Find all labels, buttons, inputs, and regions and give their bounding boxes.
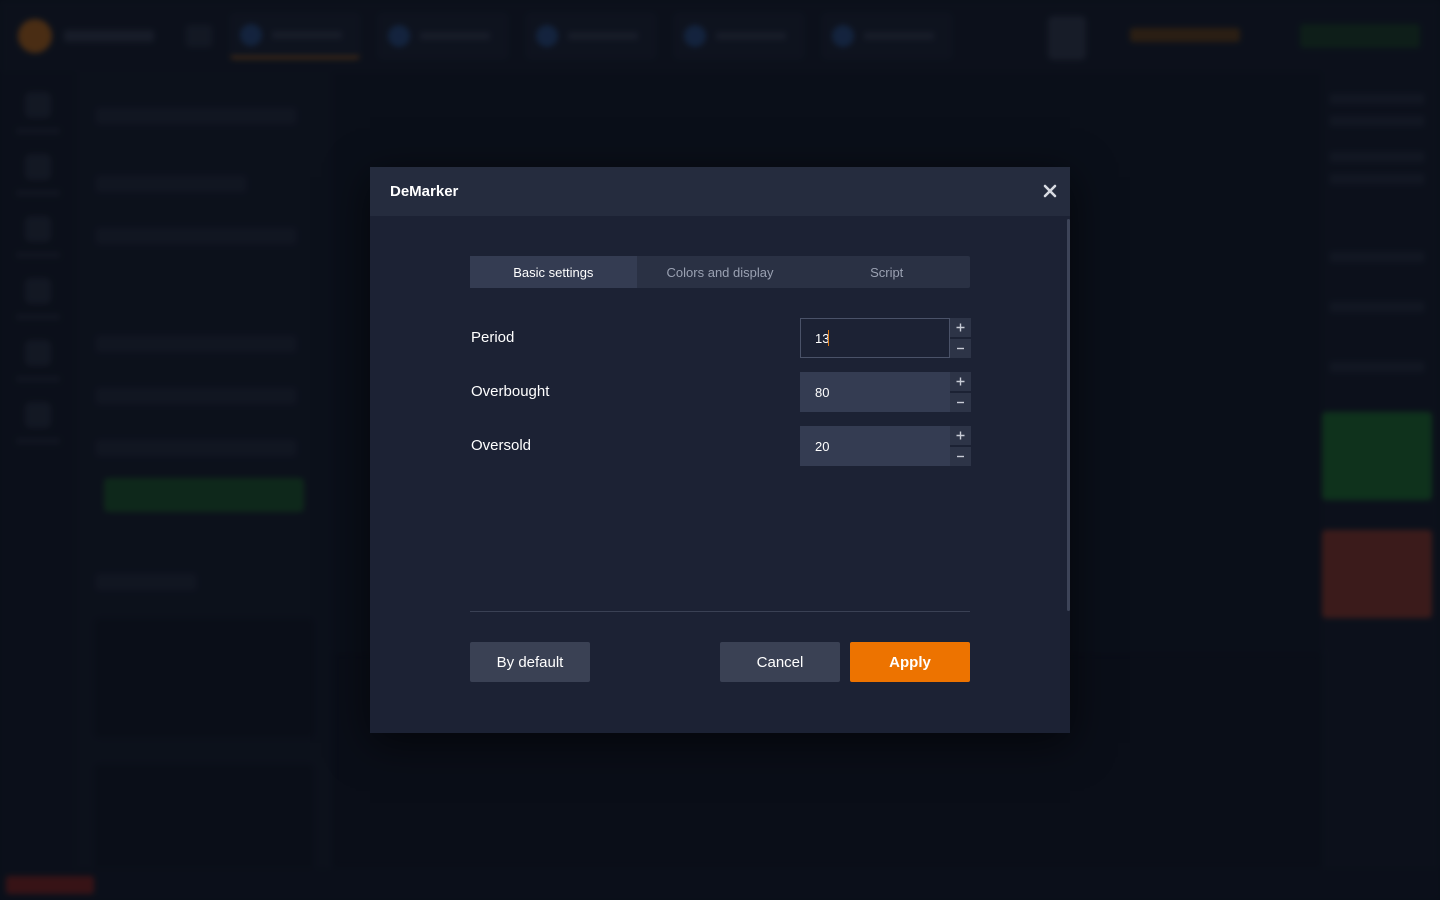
close-icon xyxy=(1043,184,1057,198)
plus-icon xyxy=(956,431,965,440)
overbought-increment-button[interactable] xyxy=(950,372,971,391)
tab-basic-settings[interactable]: Basic settings xyxy=(470,256,637,288)
by-default-button[interactable]: By default xyxy=(470,642,590,682)
oversold-increment-button[interactable] xyxy=(950,426,971,445)
oversold-decrement-button[interactable] xyxy=(950,447,971,466)
period-stepper xyxy=(950,318,971,358)
dialog-header: DeMarker xyxy=(370,167,1070,216)
tab-colors-and-display[interactable]: Colors and display xyxy=(637,256,804,288)
minus-icon xyxy=(957,455,964,458)
dialog-scrollbar[interactable] xyxy=(1067,219,1070,611)
indicator-settings-dialog: DeMarker Basic settings Colors and displ… xyxy=(370,167,1070,733)
minus-icon xyxy=(957,401,964,404)
settings-tabs: Basic settings Colors and display Script xyxy=(470,256,970,288)
apply-button[interactable]: Apply xyxy=(850,642,970,682)
oversold-field-row: Oversold xyxy=(470,426,971,466)
minus-icon xyxy=(957,347,964,350)
overbought-input[interactable] xyxy=(800,372,950,412)
oversold-label: Oversold xyxy=(471,437,532,454)
overbought-decrement-button[interactable] xyxy=(950,393,971,412)
oversold-input[interactable] xyxy=(800,426,950,466)
close-button[interactable] xyxy=(1038,179,1062,203)
dialog-divider xyxy=(470,611,970,612)
dialog-title: DeMarker xyxy=(390,183,459,200)
overbought-stepper xyxy=(950,372,971,412)
tab-script[interactable]: Script xyxy=(803,256,970,288)
overbought-label: Overbought xyxy=(471,383,550,400)
plus-icon xyxy=(956,377,965,386)
period-increment-button[interactable] xyxy=(950,318,971,337)
period-field-row: Period xyxy=(470,318,971,358)
plus-icon xyxy=(956,323,965,332)
cancel-button[interactable]: Cancel xyxy=(720,642,840,682)
period-decrement-button[interactable] xyxy=(950,339,971,358)
oversold-stepper xyxy=(950,426,971,466)
overbought-field-row: Overbought xyxy=(470,372,971,412)
period-input[interactable] xyxy=(800,318,950,358)
period-label: Period xyxy=(471,329,515,346)
text-caret xyxy=(828,330,829,346)
